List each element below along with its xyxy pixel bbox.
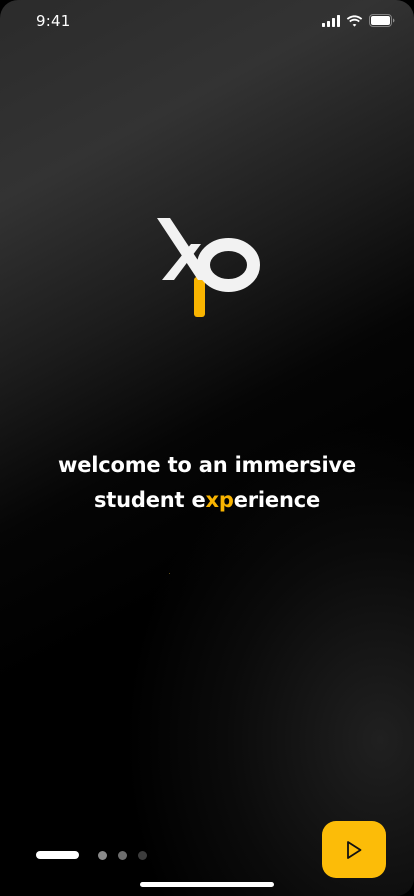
headline-line-2-suffix: erience	[233, 488, 320, 512]
decorative-speck	[169, 573, 170, 574]
page-indicator	[36, 850, 158, 860]
onboarding-screen: 9:41 welcome to an immersive student exp…	[0, 0, 414, 896]
next-button[interactable]	[322, 821, 386, 878]
welcome-headline: welcome to an immersive student experien…	[0, 448, 414, 518]
headline-line-2: student experience	[0, 483, 414, 518]
page-indicator-active[interactable]	[36, 851, 79, 859]
status-icons	[322, 14, 396, 27]
cellular-signal-icon	[322, 14, 340, 27]
status-bar: 9:41	[0, 0, 414, 44]
page-indicator-dot-3[interactable]	[118, 850, 127, 860]
headline-line-2-prefix: student e	[94, 488, 206, 512]
xp-logo	[155, 214, 261, 318]
headline-accent-xp: xp	[205, 488, 234, 512]
page-indicator-dot-4[interactable]	[138, 850, 147, 860]
headline-line-1: welcome to an immersive	[58, 453, 356, 477]
home-indicator	[140, 882, 274, 887]
play-arrow-icon	[345, 840, 363, 860]
wifi-icon	[346, 14, 363, 27]
page-indicator-dot-2[interactable]	[98, 850, 107, 860]
battery-icon	[369, 14, 396, 27]
status-time: 9:41	[36, 12, 71, 30]
